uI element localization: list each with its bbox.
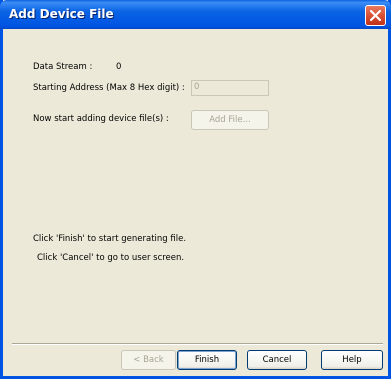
starting-address-label: Starting Address (Max 8 Hex digit) : xyxy=(33,83,185,93)
finish-hint-text: Click 'Finish' to start generating file. xyxy=(33,234,187,244)
cancel-hint-text: Click 'Cancel' to go to user screen. xyxy=(37,253,185,263)
back-button[interactable]: < Back xyxy=(121,350,176,370)
data-stream-label: Data Stream : xyxy=(33,62,93,72)
close-button[interactable] xyxy=(365,5,386,26)
title-bar[interactable]: Add Device File xyxy=(0,0,391,29)
window-title: Add Device File xyxy=(9,7,114,21)
help-button[interactable]: Help xyxy=(321,350,383,370)
starting-address-input[interactable]: 0 xyxy=(191,80,269,96)
finish-button[interactable]: Finish xyxy=(177,350,237,370)
add-files-label: Now start adding device file(s) : xyxy=(33,114,169,124)
button-separator xyxy=(12,343,383,345)
data-stream-value: 0 xyxy=(116,62,122,72)
add-device-file-dialog: Add Device File Data Stream : 0 Starting… xyxy=(0,0,391,379)
close-icon xyxy=(370,10,381,21)
cancel-button[interactable]: Cancel xyxy=(247,350,307,370)
add-file-button[interactable]: Add File... xyxy=(191,110,269,130)
